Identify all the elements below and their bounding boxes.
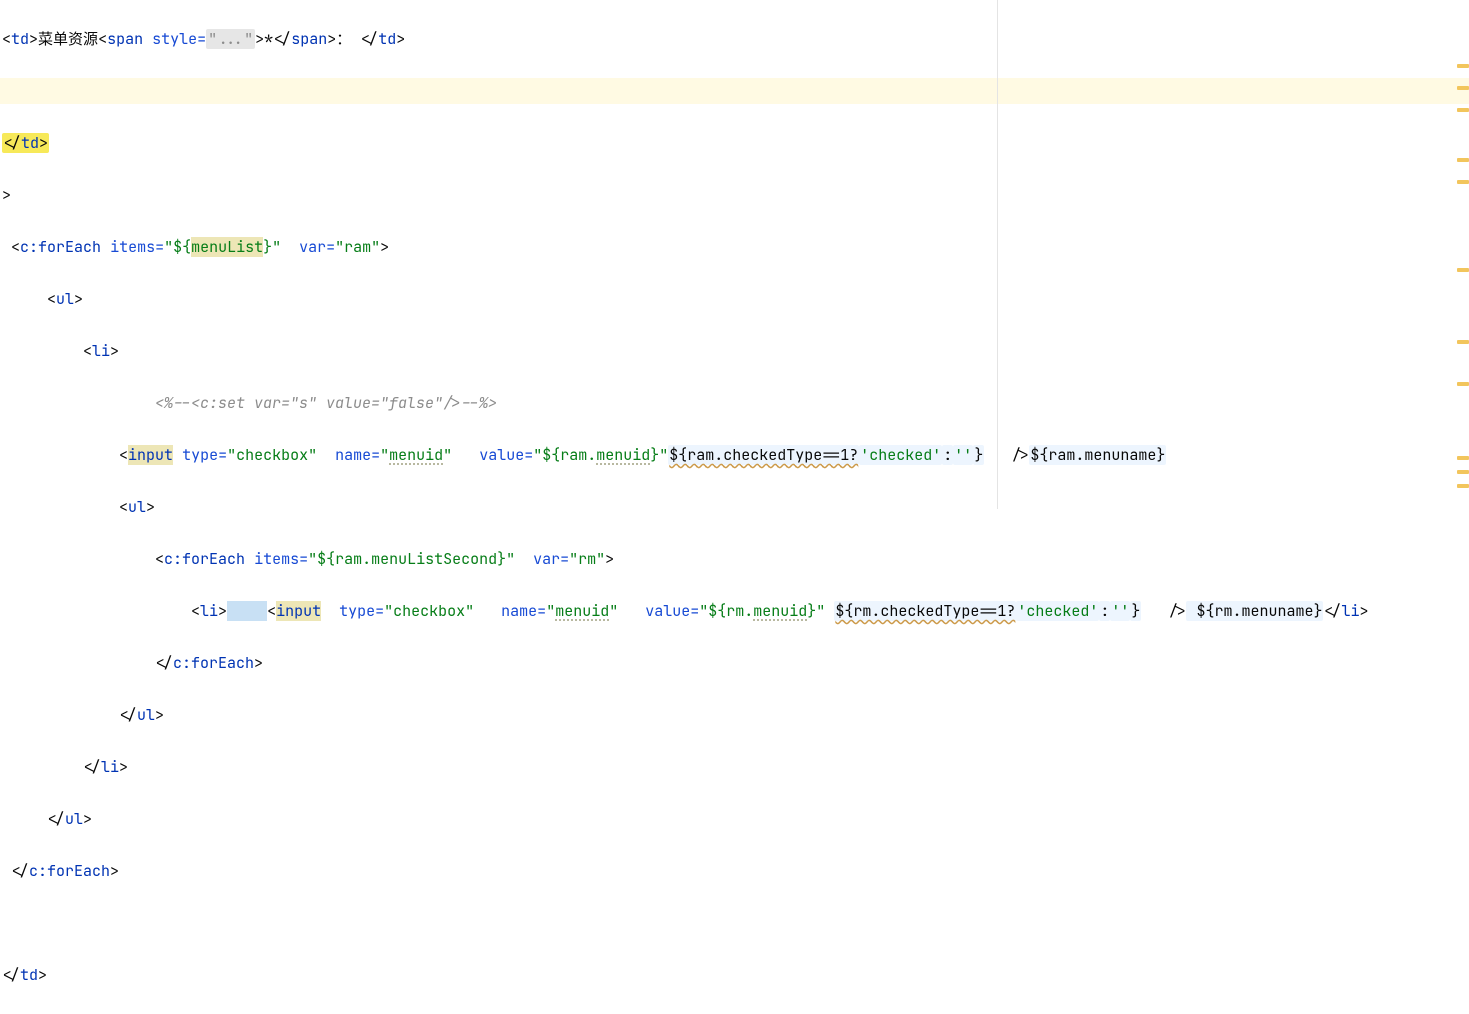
warning-stripe[interactable] xyxy=(1457,108,1469,112)
code-line[interactable]: <%--<c:set var="s" value="false"/>--%> xyxy=(0,390,1469,416)
code-line[interactable]: </td> xyxy=(0,962,1469,988)
tag-td: td xyxy=(11,29,29,49)
text-content: 菜单资源 xyxy=(38,29,98,49)
attr-var: var= xyxy=(299,237,335,257)
tag-input: input xyxy=(128,445,173,465)
folded-region[interactable]: "..." xyxy=(206,29,255,49)
error-stripe-gutter[interactable] xyxy=(1455,0,1469,509)
code-line[interactable]: </li> xyxy=(0,754,1469,780)
code-line[interactable]: <li> xyxy=(0,338,1469,364)
text-content: * xyxy=(264,29,273,49)
code-line[interactable]: <td>菜单资源<span style="...">*</span>： </td… xyxy=(0,26,1469,52)
code-line[interactable]: </c:forEach> xyxy=(0,858,1469,884)
tag-ul-close: ul xyxy=(65,809,83,829)
warning-stripe[interactable] xyxy=(1457,484,1469,488)
code-line[interactable]: <li> <input type="checkbox" name="menuid… xyxy=(0,598,1469,624)
code-line[interactable]: <c:forEach items="${menuList}" var="ram"… xyxy=(0,234,1469,260)
code-line[interactable]: </td> xyxy=(0,130,1469,156)
attr-var: var= xyxy=(533,549,569,569)
tag-li: li xyxy=(92,341,110,361)
tag-ul: ul xyxy=(128,497,146,517)
warning-stripe[interactable] xyxy=(1457,180,1469,184)
tag-ul: ul xyxy=(56,289,74,309)
tag-c-foreach: c:forEach xyxy=(164,549,245,569)
tag-td-close: td xyxy=(378,29,396,49)
tag-span: span xyxy=(107,29,143,49)
stray-gt: > xyxy=(2,185,11,205)
code-line[interactable]: <c:forEach items="${ram.menuListSecond}"… xyxy=(0,546,1469,572)
el-output: ${ram.menuname} xyxy=(1029,445,1166,465)
attr-items: items= xyxy=(110,237,164,257)
jsp-comment: <%--<c:set var="s" value="false"/>--%> xyxy=(155,393,497,413)
right-margin-guide xyxy=(997,0,998,509)
el-var-menulist: menuList xyxy=(191,237,263,257)
el-output: ${rm.menuname} xyxy=(1186,601,1323,621)
tag-td-close: td xyxy=(21,133,39,153)
code-line-active[interactable] xyxy=(0,78,1469,104)
warning-stripe[interactable] xyxy=(1457,64,1469,68)
attr-type: type= xyxy=(339,601,384,621)
code-line[interactable]: > xyxy=(0,182,1469,208)
code-editor[interactable]: <td>菜单资源<span style="...">*</span>： </td… xyxy=(0,0,1469,509)
code-line[interactable]: <ul> xyxy=(0,286,1469,312)
tag-c-foreach: c:forEach xyxy=(20,237,101,257)
attr-name: name= xyxy=(335,445,380,465)
warning-stripe[interactable] xyxy=(1457,158,1469,162)
tag-li-close: li xyxy=(1341,601,1359,621)
el-expression: ${ram.checkedType==1? xyxy=(668,445,859,465)
attr-name: name= xyxy=(501,601,546,621)
tag-li-close: li xyxy=(101,757,119,777)
code-line[interactable]: <ul> xyxy=(0,494,1469,520)
warning-stripe[interactable] xyxy=(1457,268,1469,272)
text-content: ： xyxy=(336,29,351,49)
warning-stripe[interactable] xyxy=(1457,382,1469,386)
selection xyxy=(227,601,267,621)
attr-type: type= xyxy=(182,445,227,465)
code-line[interactable]: <input type="checkbox" name="menuid" val… xyxy=(0,442,1469,468)
code-line[interactable]: </ul> xyxy=(0,702,1469,728)
code-line[interactable]: </ul> xyxy=(0,806,1469,832)
code-line[interactable]: </c:forEach> xyxy=(0,650,1469,676)
tag-span-close: span xyxy=(291,29,327,49)
attr-style: style= xyxy=(152,29,206,49)
tag-li: li xyxy=(200,601,218,621)
warning-stripe[interactable] xyxy=(1457,470,1469,474)
tag-c-foreach-close: c:forEach xyxy=(173,653,254,673)
attr-items: items= xyxy=(254,549,308,569)
warning-stripe[interactable] xyxy=(1457,86,1469,90)
code-line[interactable] xyxy=(0,910,1469,936)
tag-input: input xyxy=(276,601,321,621)
tag-c-foreach-close: c:forEach xyxy=(29,861,110,881)
el-expression: ${rm.checkedType==1? xyxy=(834,601,1016,621)
warning-stripe[interactable] xyxy=(1457,456,1469,460)
tag-ul-close: ul xyxy=(137,705,155,725)
attr-value: value= xyxy=(479,445,533,465)
warning-stripe[interactable] xyxy=(1457,340,1469,344)
tag-td-close: td xyxy=(20,965,38,985)
attr-value: value= xyxy=(645,601,699,621)
